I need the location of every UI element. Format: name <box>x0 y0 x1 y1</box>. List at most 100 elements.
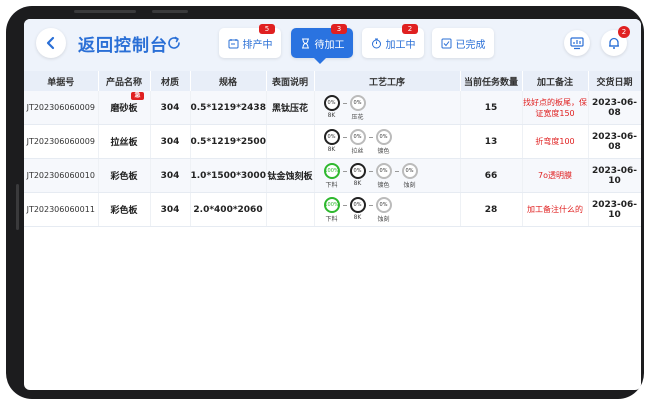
tab-badge: 3 <box>331 24 347 34</box>
order-number-cell: JT202306060009 <box>24 91 99 125</box>
step-progress-circle: 0% <box>323 128 340 145</box>
tab-badge: 2 <box>402 24 418 34</box>
device-side-button <box>16 184 19 230</box>
notification-button[interactable]: 2 <box>601 26 630 56</box>
column-header: 规格 <box>190 71 267 91</box>
quantity-cell: 13 <box>460 124 523 159</box>
delivery-date-cell: 2023-06-10 <box>588 192 641 227</box>
step-progress-circle: 0% <box>349 128 366 145</box>
quantity-cell: 66 <box>460 158 523 193</box>
tab-pending[interactable]: 待加工 3 <box>291 24 353 58</box>
table-row[interactable]: JT202306060010 彩色板 304 1.0*1500*3000 钛金蚀刻板 10… <box>24 158 641 193</box>
process-step[interactable]: 0% 蚀刻 <box>399 162 421 189</box>
column-header: 加工备注 <box>522 71 589 91</box>
process-steps-cell: 0% 8K 0% 压花 <box>314 91 461 125</box>
step-progress-circle: 0% <box>323 94 340 111</box>
dashboard-button[interactable] <box>564 30 590 56</box>
step-label: 拉丝 <box>351 147 364 155</box>
process-steps-cell: 100% 下料 0% 8K 0% 蚀刻 <box>314 192 461 227</box>
active-tab-pointer <box>314 58 326 64</box>
tab-label: 待加工 <box>314 39 345 51</box>
refresh-icon[interactable] <box>166 35 182 51</box>
back-button[interactable] <box>36 28 66 58</box>
delivery-date-cell: 2023-06-10 <box>588 158 641 193</box>
table-header-row: 单据号 产品名称 材质 规格 表面说明 工艺工序 当前任务数量 加工备注 交货日… <box>24 71 641 91</box>
process-step[interactable]: 0% 蚀刻 <box>373 196 395 223</box>
material-cell: 304 <box>150 124 191 159</box>
process-step[interactable]: 0% 8K <box>347 162 369 187</box>
step-label: 镀色 <box>377 147 390 155</box>
process-step[interactable]: 0% 拉丝 <box>347 128 369 155</box>
surface-cell <box>266 192 315 227</box>
device-top-button <box>152 10 188 13</box>
step-progress-circle: 0% <box>349 196 366 213</box>
tab-label: 加工中 <box>385 39 416 51</box>
column-header: 表面说明 <box>266 71 315 91</box>
page-title[interactable]: 返回控制台 <box>78 31 168 56</box>
product-name-cell: 磨砂板 急 <box>98 91 151 125</box>
check-box-icon <box>441 38 451 48</box>
table-row[interactable]: JT202306060009 磨砂板急 304 0.5*1219*2438 黑钛压花 0%… <box>24 91 641 125</box>
step-progress-circle: 0% <box>375 196 392 213</box>
step-progress-circle: 0% <box>375 162 392 179</box>
step-progress-circle: 0% <box>349 162 366 179</box>
column-header: 当前任务数量 <box>460 71 523 91</box>
table-row[interactable]: JT202306060011 彩色板 304 2.0*400*2060 100% 下料 0%… <box>24 192 641 227</box>
step-progress-circle: 0% <box>349 94 366 111</box>
product-name-cell: 彩色板 <box>98 192 151 227</box>
quantity-cell: 28 <box>460 192 523 227</box>
process-steps: 100% 下料 0% 8K 0% 镀色 0% 蚀刻 <box>315 162 460 189</box>
spec-cell: 0.5*1219*2438 <box>190 91 267 125</box>
column-header: 交货日期 <box>588 71 641 91</box>
order-number-cell: JT202306060009 <box>24 124 99 159</box>
process-steps: 0% 8K 0% 拉丝 0% 镀色 <box>315 128 460 155</box>
app-screen: 返回控制台 排产中 5 待加工 3 加工中 2 已完成 2 单据号 产品名称 材… <box>24 19 641 390</box>
process-step[interactable]: 0% 8K <box>321 94 343 119</box>
table-row[interactable]: JT202306060009 拉丝板 304 0.5*1219*2500 0% 8K 0% 拉… <box>24 124 641 159</box>
notification-badge: 2 <box>618 26 630 38</box>
order-number-cell: JT202306060010 <box>24 158 99 193</box>
process-step[interactable]: 0% 8K <box>347 196 369 221</box>
product-name-cell: 拉丝板 <box>98 124 151 159</box>
spec-cell: 2.0*400*2060 <box>190 192 267 227</box>
delivery-date-cell: 2023-06-08 <box>588 124 641 159</box>
process-steps-cell: 0% 8K 0% 拉丝 0% 镀色 <box>314 124 461 159</box>
process-steps: 0% 8K 0% 压花 <box>315 94 460 121</box>
monitor-chart-icon <box>570 37 584 50</box>
tab-completed[interactable]: 已完成 <box>432 28 494 58</box>
surface-cell <box>266 124 315 159</box>
process-step[interactable]: 0% 8K <box>321 128 343 153</box>
note-cell: 折弯度100 <box>522 124 589 159</box>
device-top-bar <box>74 10 136 13</box>
quantity-cell: 15 <box>460 91 523 125</box>
delivery-date-cell: 2023-06-08 <box>588 91 641 125</box>
product-name: 拉丝板 <box>110 138 138 148</box>
process-step[interactable]: 0% 压花 <box>347 94 369 121</box>
step-progress-circle: 100% <box>323 196 340 213</box>
bell-icon <box>609 37 619 49</box>
product-name-cell: 彩色板 <box>98 158 151 193</box>
note-cell: 加工备注什么的 <box>522 192 589 227</box>
process-steps: 100% 下料 0% 8K 0% 蚀刻 <box>315 196 460 223</box>
tab-processing[interactable]: 加工中 2 <box>362 24 424 58</box>
tab-scheduling[interactable]: 排产中 5 <box>219 24 281 58</box>
product-name: 彩色板 <box>110 206 138 216</box>
process-step[interactable]: 0% 镀色 <box>373 162 395 189</box>
step-label: 镀色 <box>377 181 390 189</box>
note-cell: 7o透明膜 <box>522 158 589 193</box>
step-label: 8K <box>327 111 336 119</box>
order-number-cell: JT202306060011 <box>24 192 99 227</box>
app-header: 返回控制台 排产中 5 待加工 3 加工中 2 已完成 2 <box>24 19 641 71</box>
product-name: 彩色板 <box>110 172 138 182</box>
process-step[interactable]: 100% 下料 <box>321 196 343 223</box>
step-label: 压花 <box>351 113 364 121</box>
process-step[interactable]: 0% 镀色 <box>373 128 395 155</box>
note-cell: 找好点的板尾，保证宽度150 <box>522 91 589 125</box>
column-header: 产品名称 <box>98 71 151 91</box>
material-cell: 304 <box>150 91 191 125</box>
spec-cell: 1.0*1500*3000 <box>190 158 267 193</box>
calendar-icon <box>228 38 238 48</box>
material-cell: 304 <box>150 158 191 193</box>
hourglass-icon <box>301 38 309 48</box>
process-step[interactable]: 100% 下料 <box>321 162 343 189</box>
